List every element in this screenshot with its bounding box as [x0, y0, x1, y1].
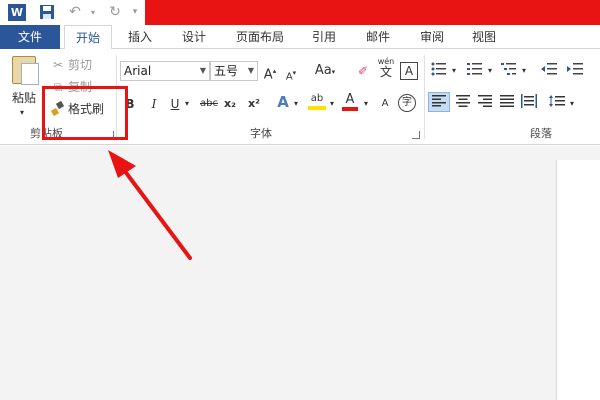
- align-left-icon[interactable]: [428, 92, 450, 112]
- character-border-icon[interactable]: A: [400, 62, 418, 80]
- group-divider: [424, 55, 425, 139]
- justify-icon[interactable]: [498, 94, 516, 113]
- subscript-icon[interactable]: x₂: [222, 95, 238, 113]
- title-bar-redacted: [145, 0, 600, 25]
- font-size-value: 五号: [214, 64, 239, 78]
- paste-icon[interactable]: [12, 56, 39, 85]
- font-launcher-icon[interactable]: [412, 131, 420, 139]
- phonetic-guide-char: 文: [379, 65, 392, 79]
- change-case-icon[interactable]: Aa▾: [312, 62, 338, 81]
- shrink-font-icon[interactable]: A▾: [284, 64, 298, 86]
- quick-access-toolbar: W ↶ ▾ ↻ ▾: [0, 0, 600, 25]
- distributed-icon[interactable]: [520, 94, 538, 113]
- phonetic-guide-icon[interactable]: wén 文: [376, 57, 396, 78]
- highlight-dropdown-icon[interactable]: ▾: [328, 95, 336, 113]
- paste-button[interactable]: 粘贴: [12, 90, 36, 106]
- decrease-indent-icon[interactable]: [540, 62, 558, 81]
- undo-dropdown-icon[interactable]: ▾: [84, 4, 102, 21]
- tab-file[interactable]: 文件: [0, 25, 60, 49]
- align-right-icon[interactable]: [476, 94, 494, 113]
- tab-design[interactable]: 设计: [172, 25, 216, 49]
- grow-font-label: A: [263, 67, 273, 83]
- change-case-label: Aa: [314, 63, 332, 78]
- character-shading-icon[interactable]: A: [376, 95, 394, 113]
- ribbon-tabs: 文件 开始 插入 设计 页面布局 引用 邮件 审阅 视图: [0, 25, 600, 50]
- tab-review[interactable]: 审阅: [410, 25, 454, 49]
- font-name-value: Arial: [124, 64, 152, 78]
- redo-icon[interactable]: ↻: [106, 4, 124, 21]
- underline-icon[interactable]: U: [168, 95, 182, 113]
- superscript-icon[interactable]: x²: [246, 95, 262, 113]
- document-page[interactable]: [556, 160, 600, 400]
- line-spacing-dropdown-icon[interactable]: ▾: [568, 95, 576, 113]
- word-logo-icon: W: [8, 4, 26, 21]
- grow-font-icon[interactable]: A▴: [262, 62, 278, 84]
- paste-dropdown-icon[interactable]: ▾: [20, 105, 24, 121]
- undo-icon[interactable]: ↶: [66, 4, 84, 21]
- highlight-icon[interactable]: ab: [308, 92, 326, 110]
- italic-icon[interactable]: I: [148, 95, 160, 113]
- save-icon[interactable]: [38, 4, 56, 21]
- font-color-icon[interactable]: A: [342, 92, 358, 111]
- customize-qat-icon[interactable]: ▾: [126, 4, 144, 21]
- line-spacing-icon[interactable]: [548, 94, 566, 113]
- multilevel-list-icon[interactable]: [500, 62, 518, 81]
- shrink-font-label: A: [285, 71, 293, 83]
- cut-button[interactable]: 剪切: [68, 57, 92, 73]
- text-effects-icon[interactable]: A: [276, 93, 290, 111]
- align-center-icon[interactable]: [454, 94, 472, 113]
- numbering-dropdown-icon[interactable]: ▾: [486, 62, 494, 80]
- tab-mailings[interactable]: 邮件: [356, 25, 400, 49]
- font-group-label: 字体: [250, 127, 272, 140]
- bullets-dropdown-icon[interactable]: ▾: [450, 62, 458, 80]
- multilevel-dropdown-icon[interactable]: ▾: [520, 62, 528, 80]
- clear-formatting-icon[interactable]: ✐: [354, 62, 372, 80]
- tab-references[interactable]: 引用: [302, 25, 346, 49]
- tab-insert[interactable]: 插入: [118, 25, 162, 49]
- format-painter-highlight-box: [42, 86, 128, 140]
- chevron-down-icon: ▼: [247, 66, 254, 75]
- strikethrough-icon[interactable]: abc: [198, 95, 220, 113]
- numbering-icon[interactable]: [466, 62, 484, 81]
- bullets-icon[interactable]: [430, 62, 448, 81]
- font-size-select[interactable]: 五号 ▼: [210, 61, 258, 81]
- tab-home[interactable]: 开始: [64, 25, 112, 50]
- enclose-characters-icon[interactable]: 字: [398, 94, 416, 112]
- scissors-icon[interactable]: ✂: [50, 56, 66, 74]
- document-canvas[interactable]: [0, 146, 600, 400]
- text-effects-dropdown-icon[interactable]: ▾: [292, 95, 300, 113]
- underline-dropdown-icon[interactable]: ▾: [183, 95, 191, 113]
- font-name-select[interactable]: Arial ▼: [120, 61, 210, 81]
- tab-page-layout[interactable]: 页面布局: [228, 25, 292, 49]
- increase-indent-icon[interactable]: [566, 62, 584, 81]
- font-color-dropdown-icon[interactable]: ▾: [362, 95, 370, 113]
- tab-view[interactable]: 视图: [462, 25, 506, 49]
- chevron-down-icon: ▼: [199, 66, 206, 75]
- paragraph-group-label: 段落: [530, 127, 552, 140]
